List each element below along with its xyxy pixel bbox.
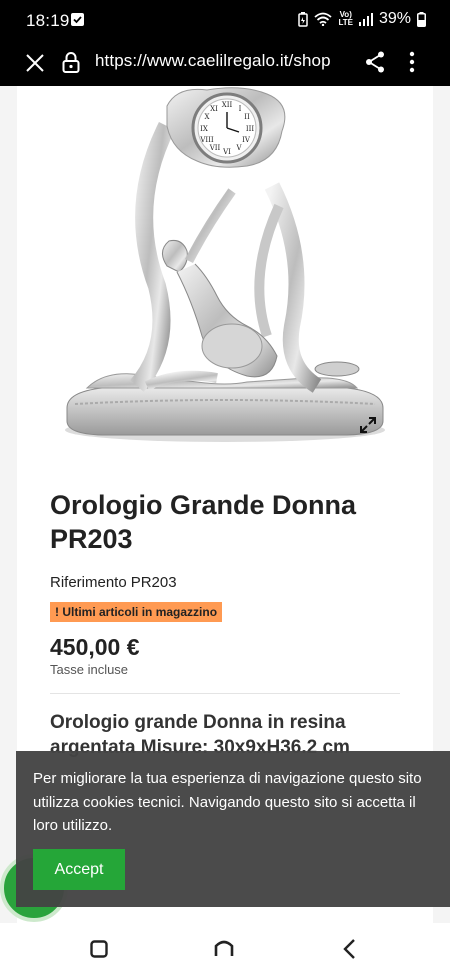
divider bbox=[50, 693, 400, 694]
cookie-text: Per migliorare la tua esperienza di navi… bbox=[33, 770, 422, 834]
battery-icon bbox=[417, 11, 426, 27]
browser-toolbar: https://www.caelilregalo.it/shop bbox=[0, 40, 450, 86]
stock-badge-label: Ultimi articoli in magazzino bbox=[62, 605, 218, 619]
cookie-banner: Per migliorare la tua esperienza di navi… bbox=[16, 751, 450, 907]
svg-text:III: III bbox=[246, 125, 255, 133]
lock-icon[interactable] bbox=[62, 51, 80, 78]
status-icons: Vo) LTE 39% bbox=[298, 10, 426, 28]
wifi-icon bbox=[314, 12, 333, 26]
svg-text:XII: XII bbox=[222, 101, 233, 109]
product-title: Orologio Grande Donna PR203 bbox=[50, 490, 357, 554]
svg-text:VIII: VIII bbox=[199, 136, 214, 144]
svg-text:V: V bbox=[235, 144, 242, 152]
stock-badge: ! Ultimi articoli in magazzino bbox=[50, 602, 223, 622]
url-field[interactable]: https://www.caelilregalo.it/shop bbox=[95, 51, 331, 71]
product-image[interactable]: XII I II III IV V VI VII VIII IX X XI bbox=[17, 86, 433, 456]
tax-note: Tasse incluse bbox=[50, 662, 129, 677]
battery-saver-icon bbox=[298, 11, 309, 27]
accept-button[interactable]: Accept bbox=[33, 849, 125, 890]
system-nav-bar bbox=[0, 923, 450, 975]
status-time: 18:19 bbox=[26, 11, 70, 30]
svg-text:IX: IX bbox=[200, 125, 208, 133]
recents-icon[interactable] bbox=[90, 940, 108, 963]
checkbox-notification-icon bbox=[71, 13, 84, 26]
svg-text:VI: VI bbox=[222, 148, 231, 156]
expand-icon[interactable] bbox=[359, 416, 377, 439]
svg-text:VII: VII bbox=[209, 144, 221, 152]
alert-icon: ! bbox=[55, 605, 59, 619]
svg-text:X: X bbox=[205, 113, 210, 121]
svg-text:I: I bbox=[239, 105, 242, 113]
home-icon[interactable] bbox=[213, 938, 235, 963]
svg-text:II: II bbox=[244, 113, 250, 121]
svg-text:XI: XI bbox=[210, 105, 218, 113]
battery-percent: 39% bbox=[378, 10, 411, 27]
share-icon[interactable] bbox=[364, 50, 386, 79]
status-bar: 18:19 Vo) LTE 39% bbox=[0, 0, 450, 40]
reference-value: PR203 bbox=[130, 574, 177, 591]
lte-label: LTE bbox=[338, 18, 353, 27]
back-icon[interactable] bbox=[342, 938, 356, 965]
svg-text:IV: IV bbox=[242, 136, 251, 144]
product-price: 450,00 € bbox=[50, 634, 140, 660]
more-vert-icon[interactable] bbox=[408, 50, 416, 79]
reference-label: Riferimento bbox=[50, 574, 127, 591]
product-reference: Riferimento PR203 bbox=[50, 574, 177, 591]
close-icon[interactable] bbox=[24, 52, 46, 79]
signal-icon bbox=[358, 12, 373, 26]
volte-icon: Vo) LTE bbox=[338, 11, 353, 27]
